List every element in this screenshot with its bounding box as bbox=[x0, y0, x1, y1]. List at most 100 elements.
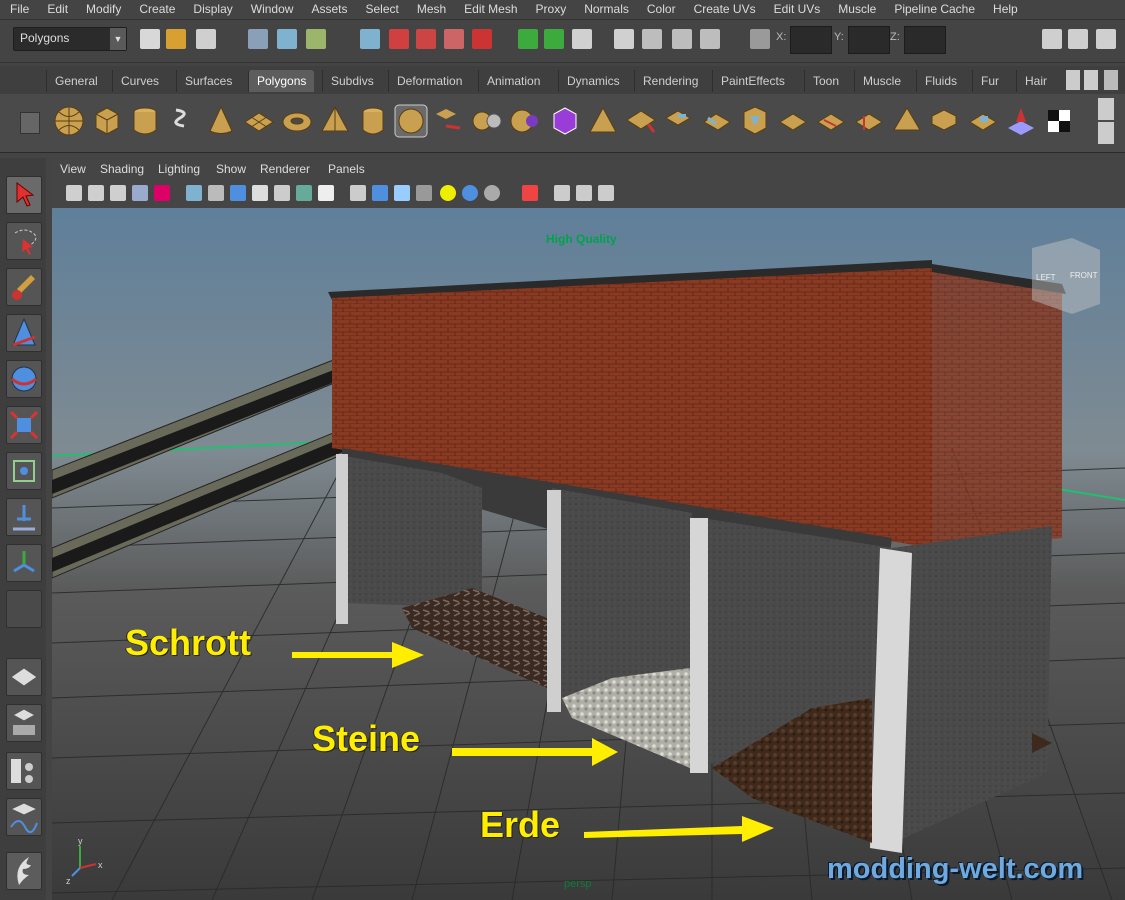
bookmarks-icon[interactable] bbox=[110, 185, 126, 201]
menu-proxy[interactable]: Proxy bbox=[526, 2, 575, 16]
tab-surfaces[interactable]: Surfaces bbox=[176, 70, 240, 92]
menu-edit[interactable]: Edit bbox=[37, 2, 76, 16]
menu-help[interactable]: Help bbox=[983, 2, 1026, 16]
bridge-icon[interactable] bbox=[662, 104, 696, 138]
poly-cone-icon[interactable] bbox=[204, 104, 238, 138]
wireframe-icon[interactable] bbox=[350, 185, 366, 201]
scale-tool[interactable] bbox=[6, 406, 42, 444]
history-icon[interactable] bbox=[572, 29, 592, 49]
last-used-tool[interactable] bbox=[6, 590, 42, 628]
extract-icon[interactable] bbox=[508, 104, 542, 138]
tab-subdivs[interactable]: Subdivs bbox=[322, 70, 382, 92]
persp-graph-layout-button[interactable] bbox=[6, 752, 42, 790]
tab-curves[interactable]: Curves bbox=[112, 70, 167, 92]
attribute-editor-icon[interactable] bbox=[1068, 29, 1088, 49]
bevel-icon[interactable] bbox=[738, 104, 772, 138]
panel-menu-view[interactable]: View bbox=[60, 162, 86, 176]
snap-curve-icon[interactable] bbox=[389, 29, 409, 49]
render-settings-icon[interactable] bbox=[700, 29, 720, 49]
image-plane-icon[interactable] bbox=[132, 185, 148, 201]
tab-dynamics[interactable]: Dynamics bbox=[558, 70, 628, 92]
tab-toon[interactable]: Toon bbox=[804, 70, 847, 92]
poly-plane-icon[interactable] bbox=[242, 104, 276, 138]
output-ops-icon[interactable] bbox=[544, 29, 564, 49]
menu-color[interactable]: Color bbox=[637, 2, 684, 16]
snap-plane-icon[interactable] bbox=[444, 29, 464, 49]
poly-pipe-icon[interactable] bbox=[356, 104, 390, 138]
tab-deformation[interactable]: Deformation bbox=[388, 70, 470, 92]
high-quality-icon[interactable] bbox=[484, 185, 500, 201]
select-object-icon[interactable] bbox=[277, 29, 297, 49]
menu-edit-mesh[interactable]: Edit Mesh bbox=[454, 2, 525, 16]
insert-edge-loop-icon[interactable] bbox=[776, 104, 810, 138]
panel-menu-panels[interactable]: Panels bbox=[328, 162, 365, 176]
safe-action-icon[interactable] bbox=[296, 185, 312, 201]
select-camera-icon[interactable] bbox=[66, 185, 82, 201]
tab-muscle[interactable]: Muscle bbox=[854, 70, 909, 92]
gate-mask-icon[interactable] bbox=[252, 185, 268, 201]
tab-general[interactable]: General bbox=[46, 70, 106, 92]
input-ops-icon[interactable] bbox=[518, 29, 538, 49]
move-tool[interactable] bbox=[6, 314, 42, 352]
transform-mode-icon[interactable] bbox=[750, 29, 770, 49]
menu-normals[interactable]: Normals bbox=[574, 2, 637, 16]
menu-pipeline-cache[interactable]: Pipeline Cache bbox=[884, 2, 983, 16]
snap-grid-icon[interactable] bbox=[360, 29, 380, 49]
share-view-icon[interactable] bbox=[598, 185, 614, 201]
universal-manipulator-tool[interactable] bbox=[6, 452, 42, 490]
separate-icon[interactable] bbox=[470, 104, 504, 138]
z-field[interactable] bbox=[904, 26, 946, 54]
poly-helix-icon[interactable] bbox=[166, 104, 200, 138]
use-all-lights-icon[interactable] bbox=[440, 185, 456, 201]
single-perspective-view-button[interactable] bbox=[6, 658, 42, 696]
tool-settings-icon[interactable] bbox=[1096, 29, 1116, 49]
checker-tool-icon[interactable] bbox=[1042, 104, 1076, 138]
poly-pyramid-icon[interactable] bbox=[318, 104, 352, 138]
persp-graph-editor-layout-button[interactable] bbox=[6, 798, 42, 836]
wedge-faces-icon[interactable] bbox=[890, 104, 924, 138]
menu-assets[interactable]: Assets bbox=[301, 2, 355, 16]
show-manipulator-tool[interactable] bbox=[6, 544, 42, 582]
menu-create[interactable]: Create bbox=[129, 2, 183, 16]
poly-cylinder-icon[interactable] bbox=[128, 104, 162, 138]
tab-hair[interactable]: Hair bbox=[1016, 70, 1055, 92]
sculpt-geometry-icon[interactable] bbox=[1004, 104, 1038, 138]
split-polygon-icon[interactable] bbox=[814, 104, 848, 138]
tab-polygons[interactable]: Polygons bbox=[248, 70, 315, 92]
x-field[interactable] bbox=[790, 26, 832, 54]
render-current-icon[interactable] bbox=[642, 29, 662, 49]
isolate-select-icon[interactable] bbox=[522, 185, 538, 201]
panel-menu-renderer[interactable]: Renderer bbox=[260, 162, 310, 176]
feather-button[interactable] bbox=[6, 852, 42, 890]
extrude-icon[interactable] bbox=[624, 104, 658, 138]
poly-torus-icon[interactable] bbox=[280, 104, 314, 138]
smooth-shade-icon[interactable] bbox=[372, 185, 388, 201]
y-field[interactable] bbox=[848, 26, 890, 54]
panel-menu-lighting[interactable]: Lighting bbox=[158, 162, 200, 176]
select-hierarchy-icon[interactable] bbox=[248, 29, 268, 49]
shadows-icon[interactable] bbox=[462, 185, 478, 201]
boolean-icon[interactable] bbox=[548, 104, 582, 138]
persp-outliner-layout-button[interactable] bbox=[6, 704, 42, 742]
film-gate-icon[interactable] bbox=[208, 185, 224, 201]
render-view-icon[interactable] bbox=[614, 29, 634, 49]
append-polygon-icon[interactable] bbox=[700, 104, 734, 138]
perspective-viewport[interactable]: LEFT FRONT y x z High Quality persp Schr… bbox=[52, 208, 1125, 900]
camera-attributes-icon[interactable] bbox=[88, 185, 104, 201]
menu-set-dropdown[interactable]: Polygons ▼ bbox=[13, 27, 127, 51]
grid-icon[interactable] bbox=[186, 185, 202, 201]
menu-select[interactable]: Select bbox=[355, 2, 406, 16]
channel-box-icon[interactable] bbox=[1042, 29, 1062, 49]
tab-rendering[interactable]: Rendering bbox=[634, 70, 706, 92]
poly-sphere-icon[interactable] bbox=[52, 104, 86, 138]
menu-file[interactable]: File bbox=[0, 2, 37, 16]
textured-icon[interactable] bbox=[416, 185, 432, 201]
ipr-render-icon[interactable] bbox=[672, 29, 692, 49]
tab-scroll-right-icon[interactable] bbox=[1084, 70, 1098, 90]
menu-display[interactable]: Display bbox=[183, 2, 240, 16]
field-chart-icon[interactable] bbox=[274, 185, 290, 201]
menu-create-uvs[interactable]: Create UVs bbox=[684, 2, 764, 16]
combine-icon[interactable] bbox=[432, 104, 466, 138]
tab-fur[interactable]: Fur bbox=[972, 70, 1007, 92]
safe-title-icon[interactable] bbox=[318, 185, 334, 201]
